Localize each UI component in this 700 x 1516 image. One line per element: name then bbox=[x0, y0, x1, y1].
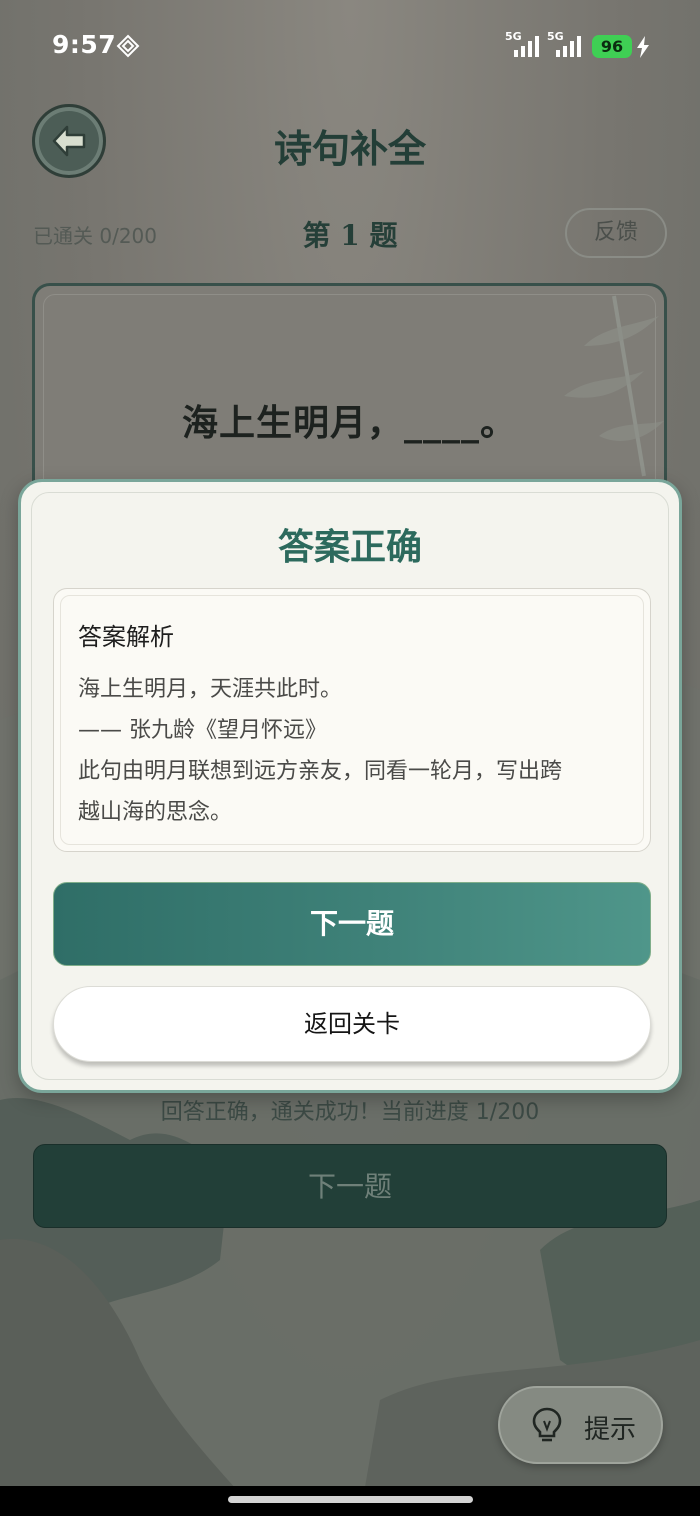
status-time: 9:57 bbox=[52, 30, 117, 59]
result-modal: 答案正确 答案解析 海上生明月，天涯共此时。 —— 张九龄《望月怀远》 此句由明… bbox=[18, 479, 682, 1093]
lightbulb-icon bbox=[532, 1407, 562, 1442]
modal-title: 答案正确 bbox=[277, 526, 422, 568]
vpn-icon bbox=[116, 34, 140, 58]
analysis-line: —— 张九龄《望月怀远》 bbox=[78, 718, 327, 743]
app-screen: 9:57 5G 5G 96 诗句补全 已通关 0/200 第 1 题 反馈 海上… bbox=[0, 0, 700, 1516]
result-message: 回答正确，通关成功！当前进度 1/200 bbox=[160, 1100, 540, 1125]
battery-icon: 96 bbox=[592, 35, 632, 58]
status-bar: 9:57 5G 5G 96 bbox=[0, 0, 700, 92]
next-question-button[interactable]: 下一题 bbox=[53, 882, 651, 966]
hint-button[interactable]: 提示 bbox=[498, 1386, 663, 1464]
page-title: 诗句补全 bbox=[273, 126, 426, 171]
signal-icon bbox=[556, 36, 581, 57]
hint-label: 提示 bbox=[584, 1415, 637, 1445]
bamboo-decoration bbox=[564, 295, 664, 477]
answer-analysis: 答案解析 海上生明月，天涯共此时。 —— 张九龄《望月怀远》 此句由明月联想到远… bbox=[53, 588, 651, 852]
analysis-heading: 答案解析 bbox=[78, 623, 174, 651]
analysis-line: 越山海的思念。 bbox=[78, 800, 233, 825]
home-indicator[interactable] bbox=[228, 1496, 473, 1503]
back-to-levels-button[interactable]: 返回关卡 bbox=[53, 986, 651, 1062]
home-indicator-area bbox=[0, 1486, 700, 1516]
question-text: 海上生明月，____。 bbox=[181, 402, 517, 444]
feedback-button[interactable]: 反馈 bbox=[565, 208, 667, 258]
charging-icon bbox=[637, 36, 649, 58]
signal-icon bbox=[514, 36, 539, 57]
analysis-line: 此句由明月联想到远方亲友，同看一轮月，写出跨 bbox=[78, 759, 563, 784]
next-question-button-background: 下一题 bbox=[33, 1144, 667, 1228]
analysis-line: 海上生明月，天涯共此时。 bbox=[78, 677, 343, 702]
